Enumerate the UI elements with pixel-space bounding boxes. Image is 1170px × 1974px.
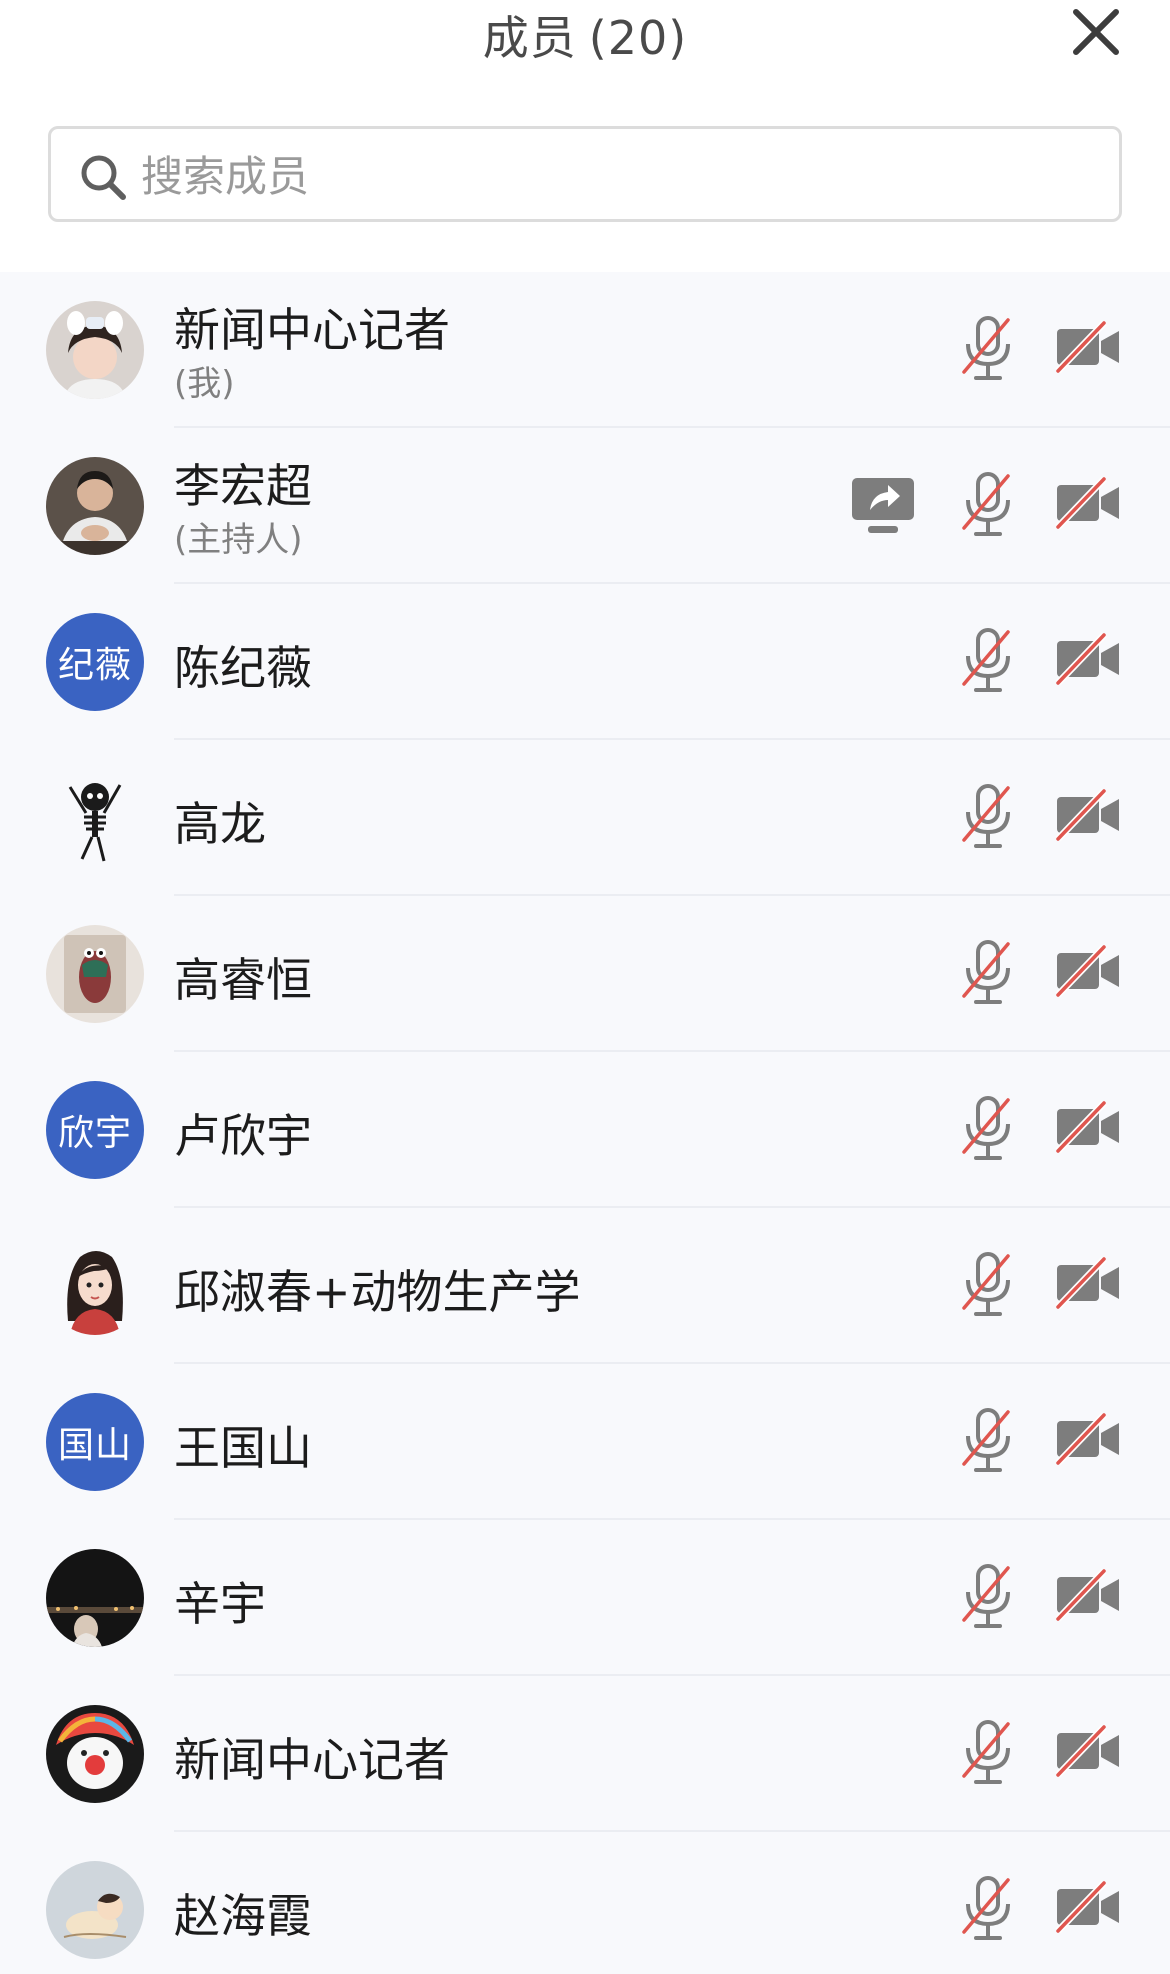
search-icon xyxy=(81,155,126,200)
avatar xyxy=(46,1861,144,1959)
members-panel-header: 成员 (20) xyxy=(0,0,1170,120)
mic-off-icon[interactable] xyxy=(958,314,1018,384)
avatar-initials: 国山 xyxy=(46,1393,144,1491)
member-name: 邱淑春+动物生产学 xyxy=(174,1265,581,1319)
member-row[interactable]: 纪薇 陈纪薇 xyxy=(0,584,1170,740)
member-name: 高睿恒 xyxy=(174,953,312,1007)
mic-off-icon[interactable] xyxy=(958,782,1018,852)
member-name: 高龙 xyxy=(174,797,266,851)
mic-off-icon[interactable] xyxy=(958,1406,1018,1476)
camera-off-icon[interactable] xyxy=(1054,787,1122,843)
avatar xyxy=(46,1705,144,1803)
member-name: 卢欣宇 xyxy=(174,1109,312,1163)
avatar-initials: 欣宇 xyxy=(46,1081,144,1179)
member-role: (主持人) xyxy=(174,520,303,560)
member-list: 新闻中心记者 (我) 李宏超 (主持人) 纪薇 陈纪薇 高龙 高睿恒 欣宇 卢欣… xyxy=(0,272,1170,1974)
member-row[interactable]: 国山 王国山 xyxy=(0,1364,1170,1520)
member-row[interactable]: 新闻中心记者 xyxy=(0,1676,1170,1832)
close-icon xyxy=(1073,9,1119,55)
panel-title-label: 成员 xyxy=(482,11,577,65)
mic-off-icon[interactable] xyxy=(958,1562,1018,1632)
member-name: 新闻中心记者 xyxy=(174,1733,450,1787)
camera-off-icon[interactable] xyxy=(1054,631,1122,687)
camera-off-icon[interactable] xyxy=(1054,1567,1122,1623)
member-row[interactable]: 欣宇 卢欣宇 xyxy=(0,1052,1170,1208)
mic-off-icon[interactable] xyxy=(958,1718,1018,1788)
screen-share-icon[interactable] xyxy=(850,472,916,538)
avatar xyxy=(46,301,144,399)
member-name: 新闻中心记者 xyxy=(174,303,450,357)
member-name: 辛宇 xyxy=(174,1577,266,1631)
member-row[interactable]: 邱淑春+动物生产学 xyxy=(0,1208,1170,1364)
camera-off-icon[interactable] xyxy=(1054,1411,1122,1467)
mic-off-icon[interactable] xyxy=(958,938,1018,1008)
avatar xyxy=(46,457,144,555)
member-row[interactable]: 新闻中心记者 (我) xyxy=(0,272,1170,428)
camera-off-icon[interactable] xyxy=(1054,1099,1122,1155)
camera-off-icon[interactable] xyxy=(1054,475,1122,531)
member-row[interactable]: 赵海霞 xyxy=(0,1832,1170,1974)
member-row[interactable]: 高龙 xyxy=(0,740,1170,896)
member-role: (我) xyxy=(174,364,235,404)
mic-off-icon[interactable] xyxy=(958,1874,1018,1944)
member-row[interactable]: 高睿恒 xyxy=(0,896,1170,1052)
camera-off-icon[interactable] xyxy=(1054,1255,1122,1311)
member-name: 王国山 xyxy=(174,1421,312,1475)
camera-off-icon[interactable] xyxy=(1054,319,1122,375)
member-count: (20) xyxy=(588,11,688,65)
member-row[interactable]: 辛宇 xyxy=(0,1520,1170,1676)
close-button[interactable] xyxy=(1064,0,1128,64)
camera-off-icon[interactable] xyxy=(1054,1879,1122,1935)
member-row[interactable]: 李宏超 (主持人) xyxy=(0,428,1170,584)
mic-off-icon[interactable] xyxy=(958,1094,1018,1164)
mic-off-icon[interactable] xyxy=(958,1250,1018,1320)
avatar xyxy=(46,769,144,867)
member-name: 李宏超 xyxy=(174,459,312,513)
avatar xyxy=(46,1549,144,1647)
avatar xyxy=(46,925,144,1023)
search-input[interactable] xyxy=(141,139,1101,213)
mic-off-icon[interactable] xyxy=(958,626,1018,696)
member-name: 赵海霞 xyxy=(174,1889,312,1943)
panel-title: 成员 (20) xyxy=(0,2,1170,68)
avatar xyxy=(46,1237,144,1335)
member-name: 陈纪薇 xyxy=(174,641,312,695)
camera-off-icon[interactable] xyxy=(1054,943,1122,999)
avatar-initials: 纪薇 xyxy=(46,613,144,711)
mic-off-icon[interactable] xyxy=(958,470,1018,540)
camera-off-icon[interactable] xyxy=(1054,1723,1122,1779)
search-box[interactable] xyxy=(48,126,1122,222)
